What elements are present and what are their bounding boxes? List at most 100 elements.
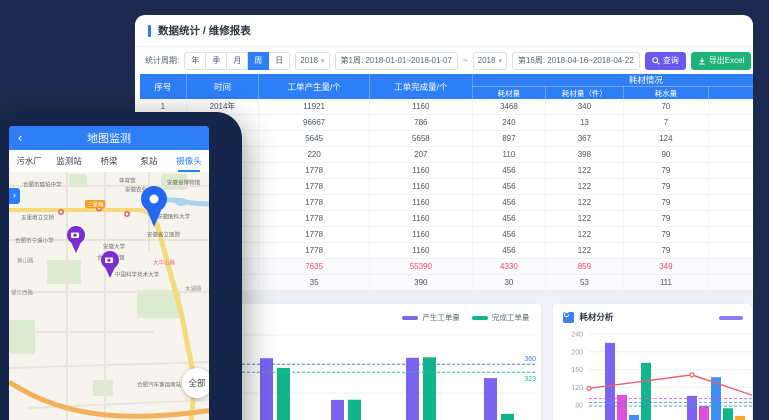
range-separator: ~ <box>463 56 468 65</box>
table-cell: 90 <box>623 147 709 163</box>
table-cell: 3468 <box>472 99 545 115</box>
column-header[interactable]: 工单产生量/个 <box>259 74 370 99</box>
svg-text:323: 323 <box>524 376 536 383</box>
legend-item[interactable]: 完成工单量 <box>472 312 530 323</box>
phone-mockup: ‹ 地图监测 污水厂监测站桥梁泵站摄像头 <box>0 112 242 420</box>
table-cell: 456 <box>472 163 545 179</box>
period-label: 统计周期: <box>145 55 179 66</box>
table-cell: 1160 <box>369 99 472 115</box>
map-label: 合肥汽车客运南站 <box>137 380 181 388</box>
table-cell: 67 <box>709 195 753 211</box>
table-cell: 650 <box>709 115 753 131</box>
start-year-select[interactable]: 2018 ▾ <box>295 52 329 70</box>
table-cell: 367 <box>546 131 624 147</box>
map-label: 安徽省博物馆 <box>167 178 200 186</box>
table-cell: 456 <box>472 211 545 227</box>
map-label: 中国科学技术大学 <box>115 270 159 278</box>
sub-column-header[interactable]: 耗电量 <box>709 87 753 100</box>
column-header[interactable]: 时间 <box>186 74 258 99</box>
map-view[interactable]: 合肥市琥珀中学体育馆安徽农业大学安徽省博物馆三里庵五里墩立交桥安徽医科大学安徽省… <box>9 172 209 420</box>
breadcrumb-accent-bar <box>148 25 151 37</box>
query-button[interactable]: 查询 <box>645 52 686 70</box>
chevron-down-icon: ▾ <box>498 57 502 65</box>
table-cell: 897 <box>472 131 545 147</box>
map-label: 安徽省立医院 <box>147 230 180 238</box>
start-week-input[interactable]: 第1周: 2018-01-01~2018-01-07 <box>335 52 458 70</box>
camera-pin-icon[interactable] <box>65 225 87 255</box>
search-icon <box>652 57 660 65</box>
phone-tab[interactable]: 监测站 <box>49 150 89 172</box>
table-cell: 250 <box>709 99 753 115</box>
sub-column-header[interactable]: 耗材量 <box>472 87 545 100</box>
table-cell: 19 <box>709 147 753 163</box>
phone-screen: ‹ 地图监测 污水厂监测站桥梁泵站摄像头 <box>9 126 209 420</box>
group-column-header: 耗材情况 <box>472 74 753 87</box>
svg-text:240: 240 <box>572 332 584 339</box>
legend-swatch-clipped <box>719 316 743 320</box>
chart-legend: 产生工单量 完成工单量 <box>402 312 529 323</box>
column-header[interactable]: 工单完成量/个 <box>369 74 472 99</box>
table-cell: 79 <box>623 179 709 195</box>
phone-tab[interactable]: 桥梁 <box>89 150 129 172</box>
table-cell: 79 <box>623 227 709 243</box>
svg-text:120: 120 <box>572 385 584 392</box>
table-cell: 110 <box>472 147 545 163</box>
chart-title-row: 耗材分析 <box>563 311 613 323</box>
phone-app-header: ‹ 地图监测 <box>9 126 209 150</box>
table-cell: 79 <box>623 211 709 227</box>
table-cell: 1160 <box>369 227 472 243</box>
table-cell: 1160 <box>369 163 472 179</box>
period-option[interactable]: 周 <box>248 52 269 70</box>
map-label: 合肥市宁溪小学 <box>15 236 54 244</box>
map-expand-button[interactable]: › <box>9 188 20 204</box>
table-cell: 456 <box>472 195 545 211</box>
table-cell: 67 <box>709 243 753 259</box>
export-excel-button[interactable]: 导出Excel <box>691 52 752 70</box>
map-label: 三里庵 <box>85 200 105 208</box>
table-cell: 67 <box>709 163 753 179</box>
table-cell: 122 <box>546 227 624 243</box>
table-row[interactable]: 12014年119211160346834070250 <box>140 99 753 115</box>
chevron-down-icon: ▾ <box>321 57 325 65</box>
period-option[interactable]: 年 <box>184 52 206 70</box>
table-cell: 122 <box>546 179 624 195</box>
table-cell: 220 <box>259 147 370 163</box>
table-cell: 1778 <box>259 243 370 259</box>
sub-column-header[interactable]: 耗材量（件） <box>546 87 624 100</box>
back-icon[interactable]: ‹ <box>18 129 22 146</box>
end-week-input[interactable]: 第16周: 2018-04-16~2018-04-22 <box>512 52 640 70</box>
refresh-icon <box>563 312 574 323</box>
period-option[interactable]: 季 <box>206 52 227 70</box>
table-cell: 122 <box>546 163 624 179</box>
map-label: 望江西路 <box>11 288 33 296</box>
table-cell: 122 <box>546 195 624 211</box>
legend-item[interactable]: 产生工单量 <box>402 312 460 323</box>
table-cell: 1160 <box>369 243 472 259</box>
phone-page-title: 地图监测 <box>87 130 131 146</box>
table-cell: 1778 <box>259 179 370 195</box>
table-cell: 124 <box>623 131 709 147</box>
map-label: 太湖路 <box>185 284 202 292</box>
show-all-button[interactable]: 全部 <box>182 368 209 398</box>
table-cell: 240 <box>472 115 545 131</box>
svg-text:200: 200 <box>572 349 584 356</box>
period-option[interactable]: 月 <box>227 52 248 70</box>
phone-tab[interactable]: 污水厂 <box>9 150 49 172</box>
end-year-select[interactable]: 2018 ▾ <box>473 52 507 70</box>
breadcrumb-text: 数据统计 / 维修报表 <box>158 23 251 38</box>
phone-tab[interactable]: 摄像头 <box>169 150 209 172</box>
table-cell: 11921 <box>259 99 370 115</box>
table-cell: 67 <box>709 211 753 227</box>
sub-column-header[interactable]: 耗水量 <box>623 87 709 100</box>
table-cell: 7 <box>623 115 709 131</box>
phone-tab[interactable]: 泵站 <box>129 150 169 172</box>
column-header[interactable]: 序号 <box>140 74 186 99</box>
camera-pin-icon[interactable] <box>99 250 121 280</box>
download-icon <box>698 57 706 65</box>
phone-tab-bar: 污水厂监测站桥梁泵站摄像头 <box>9 150 209 173</box>
table-cell: 1778 <box>259 227 370 243</box>
table-cell: 1160 <box>369 195 472 211</box>
filter-bar: 统计周期: 年季月周日 2018 ▾ 第1周: 2018-01-01~2018-… <box>135 47 753 74</box>
selected-location-pin-icon[interactable] <box>137 184 171 228</box>
period-option[interactable]: 日 <box>269 52 290 70</box>
